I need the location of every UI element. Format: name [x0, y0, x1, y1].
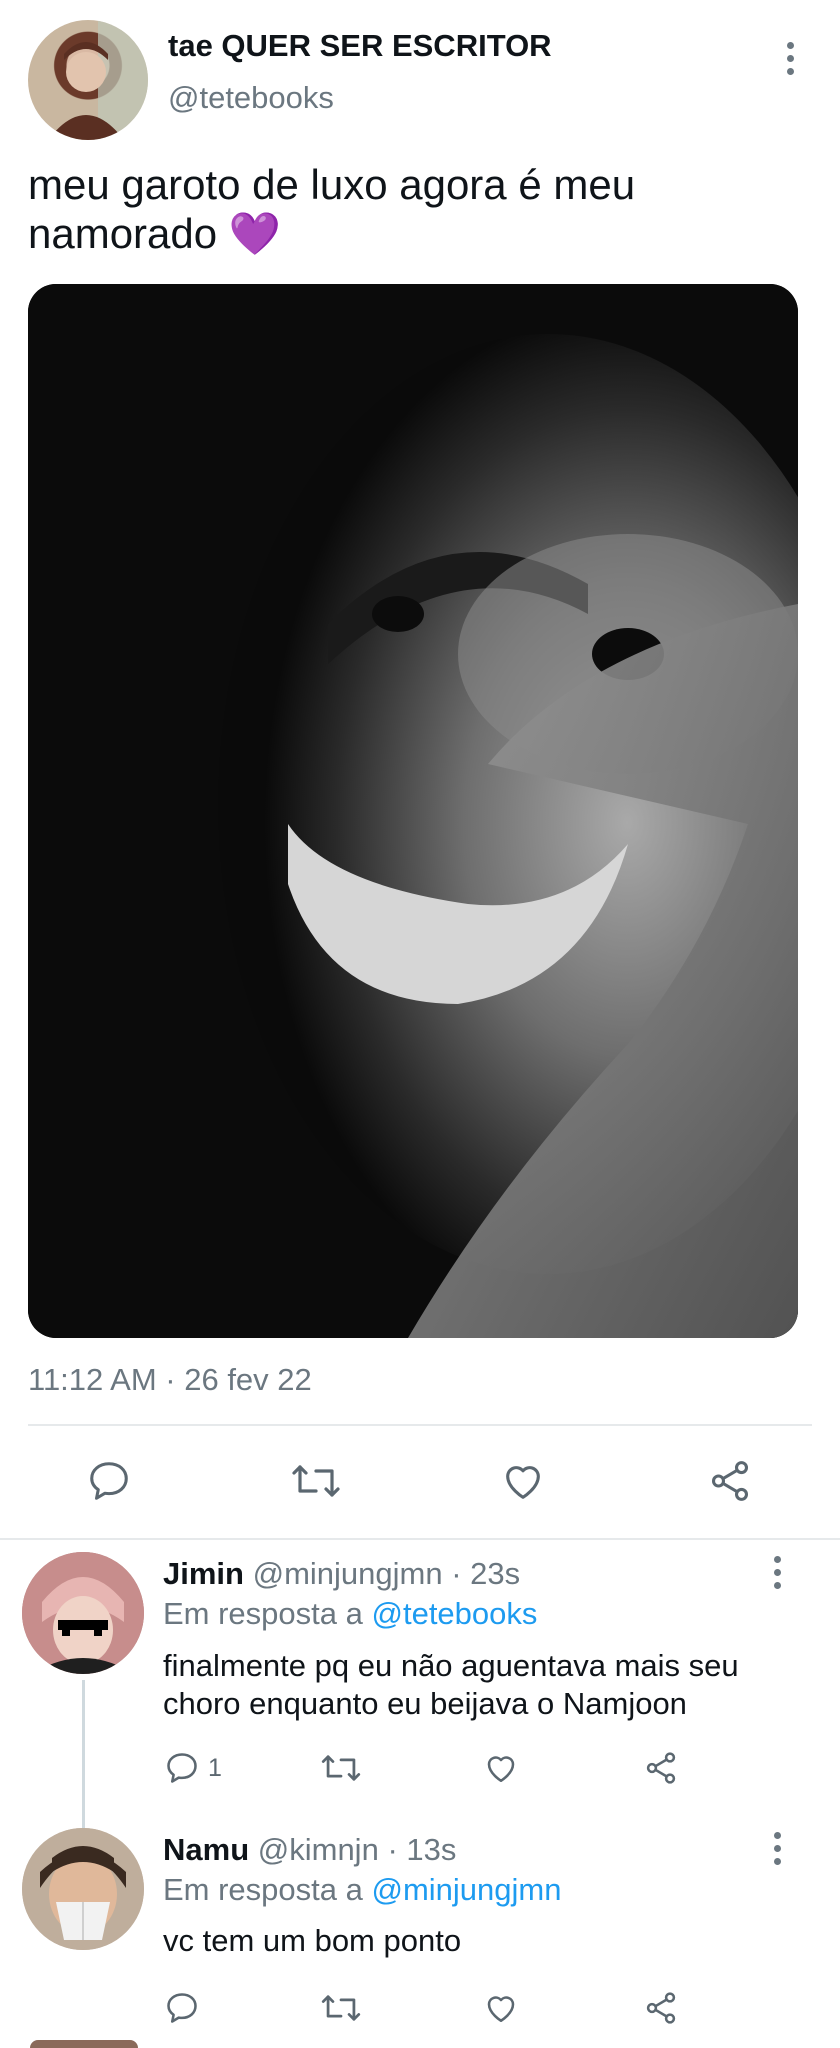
reply-avatar[interactable]	[22, 1828, 144, 1950]
thread-line	[82, 1680, 85, 1828]
media-image	[28, 284, 798, 1338]
reply-author-handle[interactable]: @minjungjmn	[253, 1556, 443, 1591]
reply-button[interactable]	[86, 1458, 132, 1504]
mention-link[interactable]: @tetebooks	[372, 1596, 538, 1631]
heart-icon	[506, 1466, 540, 1499]
reply-prefix: Em resposta a	[163, 1596, 363, 1631]
share-button[interactable]	[706, 1458, 754, 1504]
reply-time[interactable]: · 23s	[451, 1556, 520, 1591]
reply-text: finalmente pq eu não aguentava mais seu …	[163, 1648, 739, 1721]
more-vertical-icon[interactable]	[762, 1544, 792, 1600]
tweet-body: meu garoto de luxo agora é meu namorado	[28, 161, 636, 257]
tweet-media[interactable]	[28, 284, 798, 1338]
like-button[interactable]	[483, 1990, 519, 2026]
next-reply-avatar[interactable]	[30, 2040, 138, 2048]
more-vertical-icon[interactable]	[775, 30, 805, 86]
reply-count: 1	[208, 1753, 222, 1782]
reply-icon	[90, 1462, 128, 1500]
purple-heart-emoji: 💜	[228, 210, 282, 257]
retweet-button[interactable]	[320, 1990, 362, 2026]
reply-header: Jimin @minjungjmn · 23s	[163, 1556, 520, 1592]
share-button[interactable]	[642, 1990, 680, 2026]
tweet-timestamp[interactable]: 11:12 AM · 26 fev 22	[28, 1362, 312, 1398]
divider	[28, 1424, 812, 1426]
reply-context: Em resposta a @tetebooks	[163, 1596, 537, 1632]
reply-author-name[interactable]: Jimin	[163, 1556, 244, 1591]
author-name[interactable]: tae QUER SER ESCRITOR	[168, 28, 552, 64]
like-button[interactable]	[483, 1750, 519, 1786]
share-icon	[646, 1752, 676, 1784]
more-vertical-icon[interactable]	[762, 1820, 792, 1876]
reply-avatar[interactable]	[22, 1552, 144, 1674]
reply-author-name[interactable]: Namu	[163, 1832, 249, 1867]
retweet-icon	[321, 1995, 361, 2021]
retweet-button[interactable]	[290, 1458, 342, 1504]
reply-author-handle[interactable]: @kimnjn	[258, 1832, 379, 1867]
heart-icon	[487, 1756, 515, 1783]
reply-header: Namu @kimnjn · 13s	[163, 1832, 456, 1868]
share-icon	[711, 1461, 749, 1501]
author-avatar[interactable]	[28, 20, 148, 140]
divider	[0, 1538, 840, 1540]
reply-context: Em resposta a @minjungjmn	[163, 1872, 561, 1908]
reply-icon	[167, 1993, 197, 2023]
retweet-icon	[292, 1465, 340, 1497]
reply-button[interactable]	[164, 1990, 200, 2026]
reply-button[interactable]: 1	[164, 1750, 222, 1786]
share-icon	[646, 1992, 676, 2024]
reply-prefix: Em resposta a	[163, 1872, 363, 1907]
reply-text: vc tem um bom ponto	[163, 1923, 462, 1958]
like-button[interactable]	[500, 1458, 546, 1504]
retweet-button[interactable]	[320, 1750, 362, 1786]
reply-time[interactable]: · 13s	[387, 1832, 456, 1867]
reply-icon	[167, 1753, 197, 1783]
heart-icon	[487, 1996, 515, 2023]
retweet-icon	[321, 1755, 361, 1781]
tweet-text: meu garoto de luxo agora é meu namorado …	[28, 160, 688, 258]
author-handle[interactable]: @tetebooks	[168, 80, 334, 116]
share-button[interactable]	[642, 1750, 680, 1786]
mention-link[interactable]: @minjungjmn	[372, 1872, 562, 1907]
